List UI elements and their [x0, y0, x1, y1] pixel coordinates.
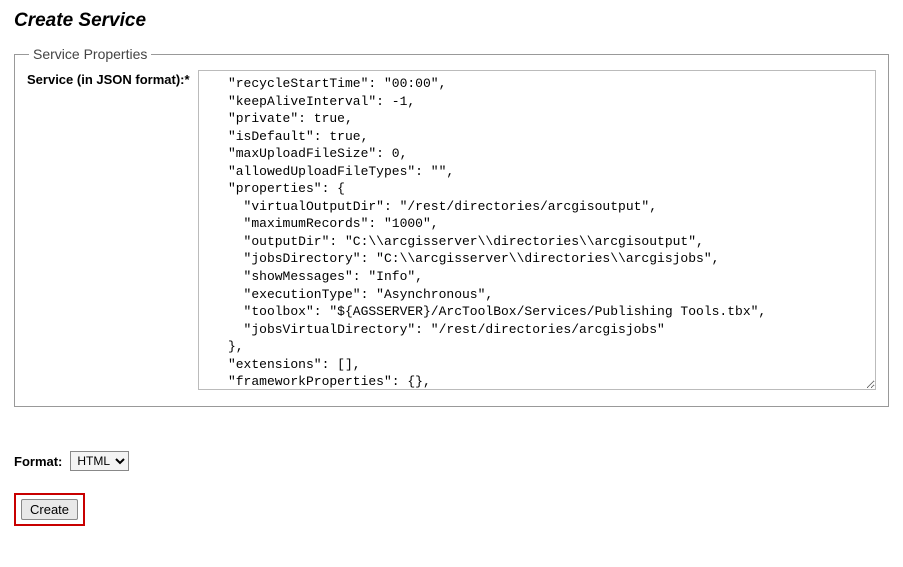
create-button-highlight: Create	[14, 493, 85, 526]
create-button[interactable]: Create	[21, 499, 78, 520]
format-label: Format:	[14, 454, 62, 469]
service-properties-fieldset: Service Properties Service (in JSON form…	[14, 46, 889, 407]
fieldset-legend: Service Properties	[29, 46, 151, 62]
format-row: Format: HTML	[14, 451, 889, 471]
page-title: Create Service	[14, 10, 889, 32]
service-json-input[interactable]	[198, 70, 876, 390]
service-json-row: Service (in JSON format):*	[27, 70, 876, 390]
format-select[interactable]: HTML	[70, 451, 129, 471]
service-json-label: Service (in JSON format):*	[27, 70, 190, 87]
